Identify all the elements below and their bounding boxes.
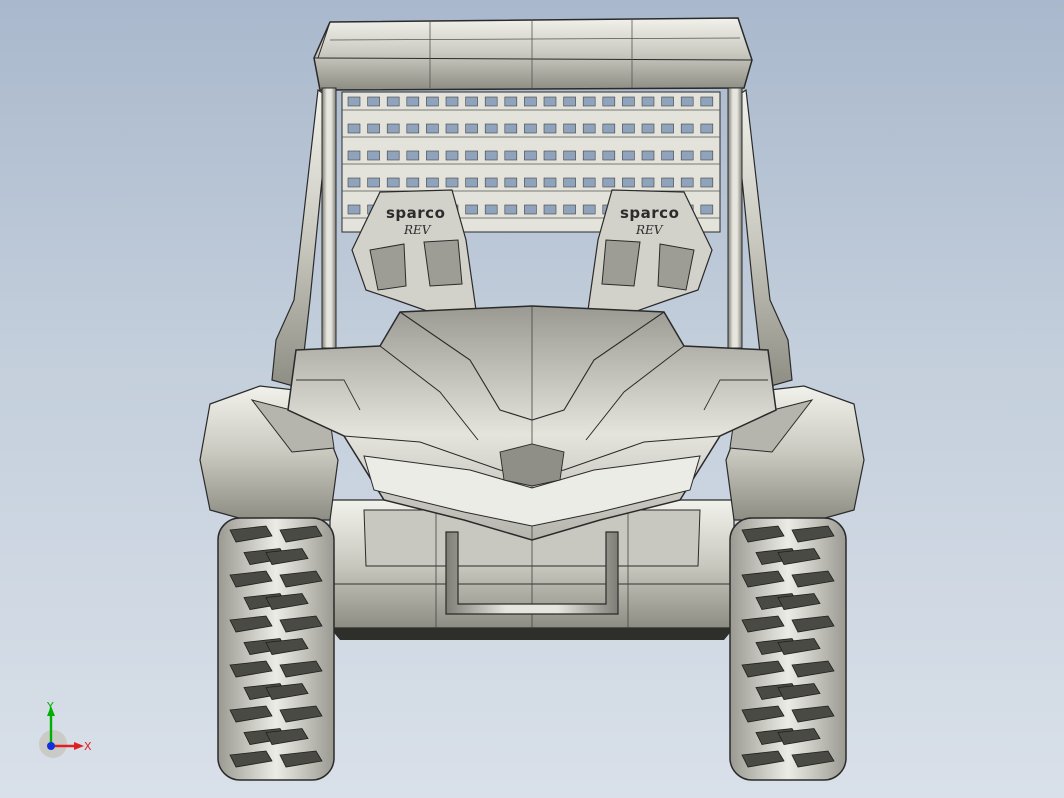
- grille-slot: [465, 177, 478, 188]
- grille-slot: [543, 96, 557, 107]
- grille-slot: [465, 123, 478, 134]
- grille-slot: [641, 177, 655, 188]
- grille-slot: [602, 123, 616, 134]
- grille-slot: [700, 123, 714, 134]
- grille-slot: [445, 123, 459, 134]
- grille-slot: [602, 177, 616, 188]
- grille-slot: [504, 177, 518, 188]
- grille-slot: [504, 204, 518, 215]
- grille-slot: [680, 123, 694, 134]
- grille-slot: [582, 150, 596, 161]
- seat-script-label: REV: [635, 223, 664, 237]
- grille-slot: [582, 123, 596, 134]
- grille-slot: [426, 177, 439, 188]
- grille-slot: [465, 204, 478, 215]
- grille-slot: [426, 96, 439, 107]
- grille-slot: [367, 96, 380, 107]
- grille-slot: [386, 123, 400, 134]
- grille-slot: [406, 123, 420, 134]
- grille-slot: [622, 177, 635, 188]
- grille-slot: [406, 150, 420, 161]
- wheel-right: [729, 517, 847, 781]
- grille-slot: [524, 177, 537, 188]
- grille-slot: [484, 150, 498, 161]
- grille-slot: [661, 123, 674, 134]
- grille-slot: [347, 123, 361, 134]
- grille-slot: [386, 150, 400, 161]
- grille-slot: [563, 96, 576, 107]
- grille-slot: [484, 204, 498, 215]
- grille-slot: [504, 96, 518, 107]
- grille-slot: [426, 123, 439, 134]
- coordinate-triad: Y X: [39, 700, 92, 758]
- grille-slot: [700, 177, 714, 188]
- grille-slot: [680, 177, 694, 188]
- grille-slot: [445, 177, 459, 188]
- grille-slot: [543, 204, 557, 215]
- grille-slot: [524, 204, 537, 215]
- grille-slot: [524, 96, 537, 107]
- grille-slot: [543, 123, 557, 134]
- grille-slot: [700, 204, 714, 215]
- grille-slot: [426, 150, 439, 161]
- grille-slot: [445, 150, 459, 161]
- grille-slot: [641, 96, 655, 107]
- model-canvas[interactable]: sparco REV sparco REV Y X: [0, 0, 1064, 798]
- grille-slot: [582, 177, 596, 188]
- grille-slot: [465, 150, 478, 161]
- grille-slot: [347, 150, 361, 161]
- grille-slot: [641, 150, 655, 161]
- grille-slot: [386, 177, 400, 188]
- grille-slot: [524, 123, 537, 134]
- grille-slot: [406, 96, 420, 107]
- grille-slot: [484, 96, 498, 107]
- grille-slot: [563, 150, 576, 161]
- roof: [313, 17, 753, 91]
- x-axis-label: X: [84, 740, 92, 753]
- grille-slot: [700, 96, 714, 107]
- grille-slot: [504, 123, 518, 134]
- wheel-left: [217, 517, 335, 781]
- grille-slot: [700, 150, 714, 161]
- grille-slot: [563, 204, 576, 215]
- grille-slot: [504, 150, 518, 161]
- seat-brand-label: sparco: [386, 204, 445, 222]
- grille-slot: [524, 150, 537, 161]
- grille-slot: [641, 123, 655, 134]
- grille-slot: [347, 177, 361, 188]
- grille-slot: [543, 177, 557, 188]
- cad-viewport[interactable]: sparco REV sparco REV Y X: [0, 0, 1064, 798]
- grille-slot: [602, 150, 616, 161]
- grille-slot: [386, 96, 400, 107]
- grille-slot: [367, 123, 380, 134]
- grille-slot: [602, 96, 616, 107]
- grille-slot: [582, 204, 596, 215]
- grille-slot: [367, 177, 380, 188]
- grille-slot: [661, 96, 674, 107]
- grille-slot: [622, 123, 635, 134]
- grille-slot: [406, 177, 420, 188]
- grille-slot: [622, 150, 635, 161]
- seat-script-label: REV: [403, 223, 432, 237]
- grille-slot: [484, 177, 498, 188]
- seat-brand-label: sparco: [620, 204, 679, 222]
- z-axis-dot: [47, 742, 55, 750]
- grille-slot: [680, 96, 694, 107]
- grille-slot: [661, 177, 674, 188]
- grille-slot: [445, 96, 459, 107]
- grille-slot: [347, 96, 361, 107]
- x-axis-arrowhead: [74, 742, 84, 750]
- grille-slot: [347, 204, 361, 215]
- grille-slot: [622, 96, 635, 107]
- grille-slot: [484, 123, 498, 134]
- grille-slot: [661, 150, 674, 161]
- grille-slot: [680, 150, 694, 161]
- grille-slot: [563, 123, 576, 134]
- grille-slot: [582, 96, 596, 107]
- grille-slot: [367, 150, 380, 161]
- grille-slot: [543, 150, 557, 161]
- grille-slot: [563, 177, 576, 188]
- grille-slot: [465, 96, 478, 107]
- y-axis-label: Y: [46, 700, 54, 713]
